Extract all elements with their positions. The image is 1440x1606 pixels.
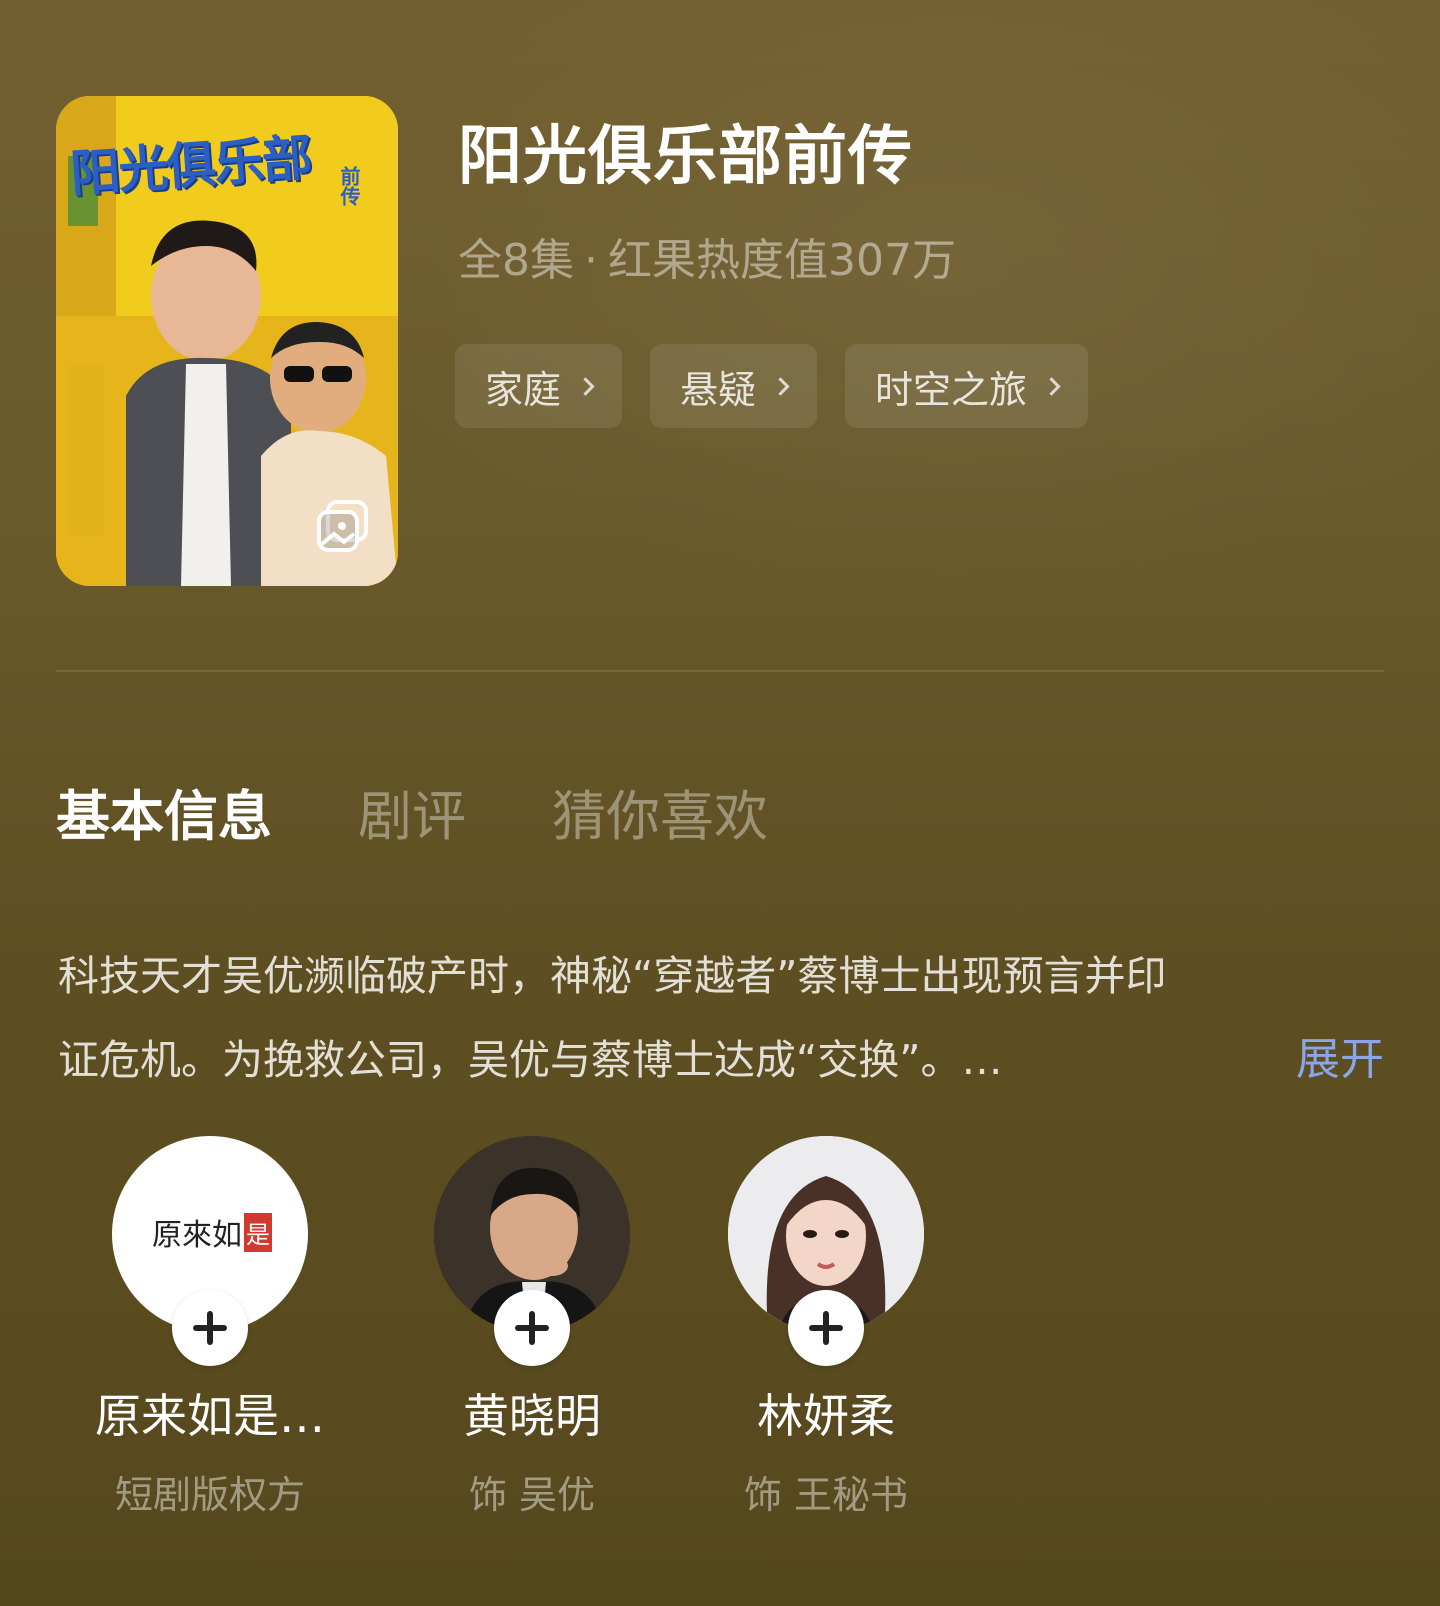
tag-family[interactable]: 家庭 [455, 344, 623, 428]
episode-count: 全8集 [458, 235, 574, 286]
tag-mystery[interactable]: 悬疑 [650, 344, 818, 428]
tab-recommendations[interactable]: 猜你喜欢 [552, 772, 768, 851]
cast-name: 原来如是… [95, 1389, 325, 1443]
follow-plus-icon[interactable] [788, 1290, 864, 1366]
tab-reviews[interactable]: 剧评 [358, 772, 466, 851]
synopsis-line-1: 科技天才吴优濒临破产时，神秘“穿越者”蔡博士出现预言并印 [58, 952, 1167, 1000]
cast-name: 黄晓明 [463, 1389, 601, 1443]
avatar-wrap[interactable]: 原來如是 [112, 1136, 308, 1366]
show-poster[interactable]: 阳光俱乐部 前传 [56, 96, 398, 586]
section-divider [56, 670, 1384, 672]
detail-tabs: 基本信息 剧评 猜你喜欢 [56, 772, 768, 851]
tag-label: 时空之旅 [875, 367, 1028, 412]
tag-label: 悬疑 [680, 367, 757, 412]
producer-logo: 原來如是 [152, 1210, 272, 1254]
cast-name: 林妍柔 [757, 1389, 895, 1443]
poster-subtitle-art: 前传 [337, 166, 361, 206]
chevron-right-icon [771, 376, 790, 396]
synopsis-line-2: 证危机。为挽救公司，吴优与蔡博士达成“交换”。… [58, 1036, 1003, 1084]
tag-label: 家庭 [485, 367, 562, 412]
genre-tags: 家庭 悬疑 时空之旅 [455, 344, 1089, 428]
follow-plus-icon[interactable] [172, 1290, 248, 1366]
cast-item-actor-2[interactable]: 林妍柔 饰 王秘书 [676, 1136, 976, 1519]
gallery-icon[interactable] [314, 498, 372, 556]
follow-plus-icon[interactable] [494, 1290, 570, 1366]
synopsis: 科技天才吴优濒临破产时，神秘“穿越者”蔡博士出现预言并印 证危机。为挽救公司，吴… [58, 934, 1388, 1102]
meta-separator: · [584, 235, 598, 286]
show-meta: 全8集 · 红果热度值307万 [458, 224, 956, 288]
show-title: 阳光俱乐部前传 [458, 120, 913, 194]
chevron-right-icon [576, 376, 595, 396]
cast-item-actor-1[interactable]: 黄晓明 饰 吴优 [382, 1136, 682, 1519]
avatar-wrap[interactable] [434, 1136, 630, 1366]
avatar-wrap[interactable] [728, 1136, 924, 1366]
heat-value: 红果热度值307万 [608, 235, 956, 286]
tab-basic-info[interactable]: 基本信息 [56, 772, 272, 851]
cast-role: 饰 吴优 [468, 1473, 596, 1517]
expand-synopsis-link[interactable]: 展开 [1296, 1018, 1384, 1102]
cast-role: 短剧版权方 [114, 1473, 305, 1517]
tag-time-travel[interactable]: 时空之旅 [845, 344, 1089, 428]
cast-role: 饰 王秘书 [743, 1473, 909, 1517]
cast-item-producer[interactable]: 原來如是 原来如是… 短剧版权方 [60, 1136, 360, 1519]
chevron-right-icon [1042, 376, 1061, 396]
logo-text: 原來如 [152, 1218, 242, 1253]
logo-seal: 是 [244, 1213, 272, 1252]
